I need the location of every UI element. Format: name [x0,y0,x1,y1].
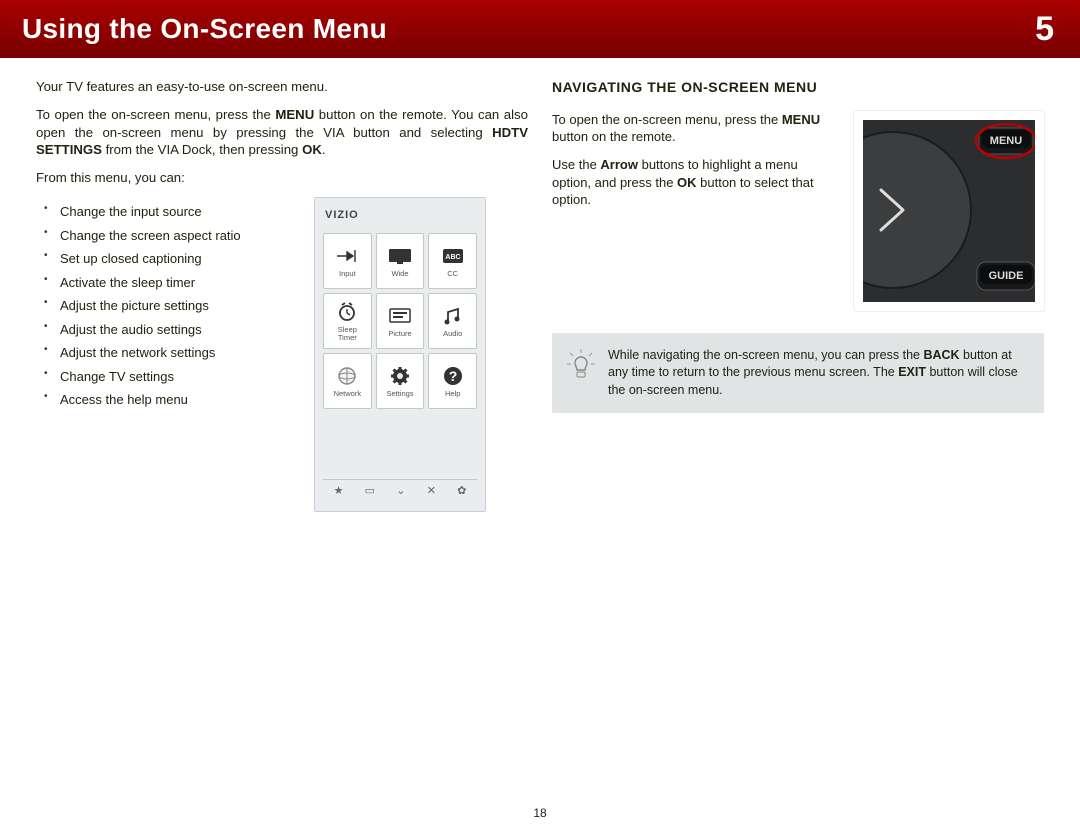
menu-cell-picture: Picture [376,293,425,349]
input-icon [335,244,359,268]
chapter-title: Using the On-Screen Menu [22,13,387,45]
menu-cell-help: ? Help [428,353,477,409]
open-instruction: To open the on-screen menu, press the ME… [36,106,528,159]
right-top: To open the on-screen menu, press the ME… [552,111,1044,311]
svg-text:ABC: ABC [445,254,460,261]
cell-label: CC [447,270,458,278]
ok-bold: OK [677,175,697,190]
menu-cell-settings: Settings [376,353,425,409]
vizio-menu-mock: VIZIO Input Wide ABC CC [314,197,486,512]
star-icon: ★ [334,484,344,499]
nav-p2: Use the Arrow buttons to highlight a men… [552,156,840,209]
menu-cell-audio: Audio [428,293,477,349]
intro-text: Your TV features an easy-to-use on-scree… [36,78,528,96]
exit-bold: EXIT [898,365,926,379]
t: . [322,142,326,157]
list-item: Activate the sleep timer [36,274,296,292]
t: To open the on-screen menu, press the [36,107,275,122]
menu-cell-wide: Wide [376,233,425,289]
t: Use the [552,157,600,172]
menu-bold: MENU [275,107,314,122]
clock-icon [336,300,358,324]
menu-grid: Input Wide ABC CC Sleep Timer [323,233,477,409]
page-number: 18 [0,806,1080,820]
list-item: Change the input source [36,203,296,221]
cell-label: Picture [388,330,411,338]
bulb-icon [564,347,598,393]
chapter-header: Using the On-Screen Menu 5 [0,0,1080,58]
flower-icon: ✿ [457,484,466,499]
t: To open the on-screen menu, press the [552,112,782,127]
menu-cell-network: Network [323,353,372,409]
t: from the VIA Dock, then pressing [102,142,302,157]
menu-cell-cc: ABC CC [428,233,477,289]
cell-label: Network [334,390,362,398]
cell-label: Wide [391,270,408,278]
nav-p1: To open the on-screen menu, press the ME… [552,111,840,146]
network-icon [336,364,358,388]
list-item: Adjust the audio settings [36,321,296,339]
list-item: Access the help menu [36,391,296,409]
cell-label: Input [339,270,356,278]
x-icon: ✕ [427,484,436,499]
gear-icon [389,364,411,388]
menu-button-label: MENU [990,135,1022,147]
left-column: Your TV features an easy-to-use on-scree… [36,78,528,512]
picture-icon [388,304,412,328]
list-item: Adjust the picture settings [36,297,296,315]
right-column: NAVIGATING THE ON-SCREEN MENU To open th… [552,78,1044,512]
ok-bold: OK [302,142,322,157]
tip-box: While navigating the on-screen menu, you… [552,333,1044,414]
audio-icon [442,304,464,328]
list-item: Change the screen aspect ratio [36,227,296,245]
page-body: Your TV features an easy-to-use on-scree… [0,58,1080,512]
nav-text: To open the on-screen menu, press the ME… [552,111,840,219]
list-item: Adjust the network settings [36,344,296,362]
menu-cell-sleep: Sleep Timer [323,293,372,349]
chapter-number: 5 [1035,10,1054,49]
remote-photo: MENU GUIDE [854,111,1044,311]
list-item: Change TV settings [36,368,296,386]
from-text: From this menu, you can: [36,169,528,187]
list-item: Set up closed captioning [36,250,296,268]
cell-label: Sleep Timer [338,326,357,343]
menu-cell-input: Input [323,233,372,289]
menu-bold: MENU [782,112,820,127]
cell-label: Help [445,390,460,398]
bottom-bar: ★ ▭ ⌄ ✕ ✿ [323,479,477,503]
section-heading: NAVIGATING THE ON-SCREEN MENU [552,78,1044,97]
vizio-logo: VIZIO [325,208,475,223]
t: While navigating the on-screen menu, you… [608,348,923,362]
left-wrap: Change the input source Change the scree… [36,197,528,512]
cell-label: Audio [443,330,462,338]
cell-label: Settings [386,390,413,398]
wide-icon [387,244,413,268]
cc-icon: ABC [442,244,464,268]
t: button on the remote. [552,129,676,144]
arrow-bold: Arrow [600,157,638,172]
guide-button-label: GUIDE [989,270,1024,282]
svg-text:?: ? [448,368,457,384]
v-icon: ⌄ [396,484,405,499]
back-bold: BACK [923,348,959,362]
feature-list: Change the input source Change the scree… [36,203,296,415]
help-icon: ? [442,364,464,388]
rect-icon: ▭ [365,484,375,499]
